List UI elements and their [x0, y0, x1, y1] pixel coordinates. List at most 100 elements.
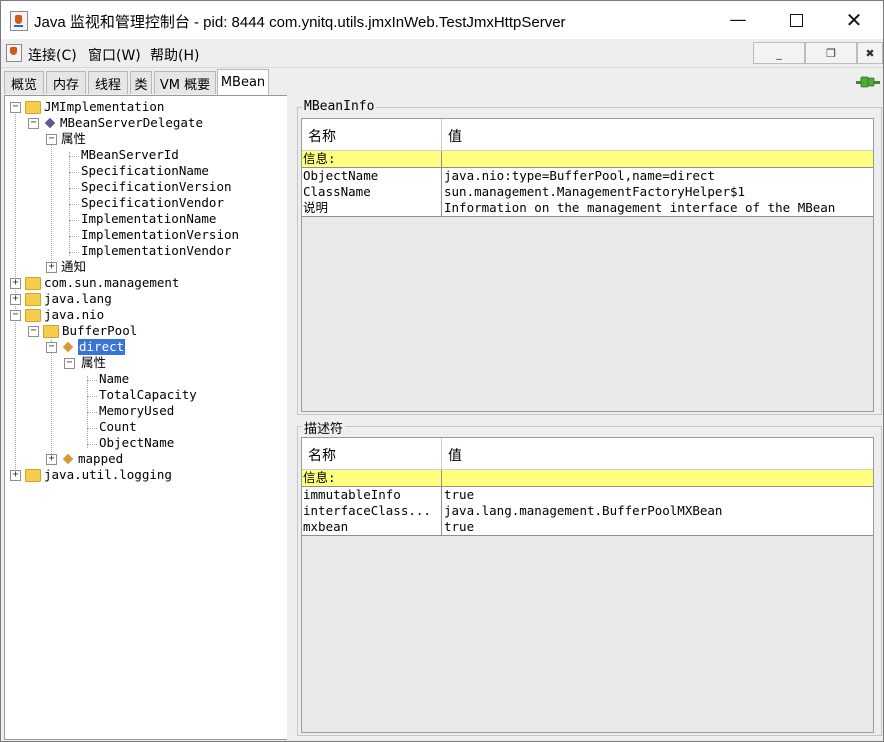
- column-divider: [441, 438, 442, 469]
- column-header-value[interactable]: 值: [448, 445, 462, 465]
- restore-icon: ❐: [826, 46, 836, 60]
- descriptor-table[interactable]: 名称 值 信息: immutableInfo true interfaceClas…: [301, 437, 874, 733]
- split-pane-divider[interactable]: [287, 95, 293, 741]
- inner-close-button[interactable]: ✖: [857, 42, 883, 64]
- tree-leaf-memoryused[interactable]: MemoryUsed: [99, 403, 174, 419]
- maximize-button[interactable]: [767, 1, 825, 39]
- expand-icon[interactable]: +: [10, 278, 21, 289]
- table-row[interactable]: 信息:: [302, 151, 873, 168]
- tree-node-com-sun-management[interactable]: com.sun.management: [25, 275, 179, 291]
- tab-overview[interactable]: 概览: [4, 71, 44, 94]
- tree-node-java-nio[interactable]: java.nio: [25, 307, 104, 323]
- tree-line: [87, 444, 97, 445]
- tree-node-mapped[interactable]: mapped: [61, 451, 123, 467]
- tree-leaf-name[interactable]: Name: [99, 371, 129, 387]
- window-title: Java 监视和管理控制台 - pid: 8444 com.ynitq.util…: [34, 14, 566, 31]
- tree-node-java-lang[interactable]: java.lang: [25, 291, 112, 307]
- tree-line: [51, 340, 52, 460]
- descriptor-title: 描述符: [302, 418, 346, 437]
- minimize-icon: _: [776, 46, 782, 60]
- descriptor-panel: 描述符 名称 值 信息: immutableInfo true interface…: [297, 418, 882, 736]
- table-row[interactable]: mxbean true: [302, 519, 873, 536]
- table-row[interactable]: interfaceClass... java.lang.management.Bu…: [302, 503, 873, 520]
- tree-node-bufferpool[interactable]: BufferPool: [43, 323, 137, 339]
- collapse-icon[interactable]: −: [28, 326, 39, 337]
- collapse-icon[interactable]: −: [10, 310, 21, 321]
- app-window: Java 监视和管理控制台 - pid: 8444 com.ynitq.util…: [0, 0, 884, 742]
- folder-icon: [43, 324, 59, 338]
- mbean-icon: [43, 117, 57, 130]
- menu-connection[interactable]: 连接(C): [28, 45, 77, 65]
- folder-icon: [25, 308, 41, 322]
- tree-line: [69, 220, 79, 221]
- column-divider: [441, 119, 442, 150]
- title-bar: Java 监视和管理控制台 - pid: 8444 com.ynitq.util…: [1, 1, 883, 39]
- tree-leaf-totalcapacity[interactable]: TotalCapacity: [99, 387, 197, 403]
- tree-line: [69, 204, 79, 205]
- mbean-tree[interactable]: − − − + + + − − − − + + JMImplementation…: [4, 95, 289, 740]
- table-row[interactable]: 说明 Information on the management interfac…: [302, 200, 873, 217]
- tab-vm-summary[interactable]: VM 概要: [154, 71, 216, 94]
- close-window-button[interactable]: ✕: [825, 1, 883, 39]
- menu-window[interactable]: 窗口(W): [88, 45, 141, 65]
- collapse-icon[interactable]: −: [46, 342, 57, 353]
- mbean-icon: [61, 341, 75, 354]
- tree-node-attributes[interactable]: 属性: [81, 355, 106, 371]
- collapse-icon[interactable]: −: [28, 118, 39, 129]
- tree-node-direct[interactable]: direct: [61, 339, 126, 355]
- column-header-value[interactable]: 值: [448, 126, 462, 146]
- tree-line: [51, 136, 52, 272]
- close-icon: ✕: [845, 8, 863, 32]
- tree-line: [69, 252, 79, 253]
- inner-restore-button[interactable]: ❐: [805, 42, 857, 64]
- tab-mbean[interactable]: MBean: [217, 69, 269, 95]
- tree-node-java-util-logging[interactable]: java.util.logging: [25, 467, 172, 483]
- java-menu-icon[interactable]: [6, 44, 22, 62]
- tree-node-notifications[interactable]: 通知: [61, 259, 86, 275]
- collapse-icon[interactable]: −: [64, 358, 75, 369]
- column-header-name[interactable]: 名称: [308, 126, 336, 146]
- expand-icon[interactable]: +: [10, 294, 21, 305]
- connection-status-icon: [856, 76, 880, 88]
- tree-leaf-implementationname[interactable]: ImplementationName: [81, 211, 216, 227]
- tab-classes[interactable]: 类: [130, 71, 152, 94]
- maximize-icon: [789, 13, 803, 27]
- collapse-icon[interactable]: −: [46, 134, 57, 145]
- tree-node-mbeanserverdelegate[interactable]: MBeanServerDelegate: [43, 115, 203, 131]
- tree-line: [69, 156, 79, 157]
- tree-node-jmimplementation[interactable]: JMImplementation: [25, 99, 164, 115]
- tree-leaf-mbeanserverid[interactable]: MBeanServerId: [81, 147, 179, 163]
- collapse-icon[interactable]: −: [10, 102, 21, 113]
- expand-icon[interactable]: +: [46, 454, 57, 465]
- column-header-name[interactable]: 名称: [308, 445, 336, 465]
- expand-icon[interactable]: +: [46, 262, 57, 273]
- expand-icon[interactable]: +: [10, 470, 21, 481]
- tab-threads[interactable]: 线程: [88, 71, 128, 94]
- table-row[interactable]: immutableInfo true: [302, 487, 873, 504]
- table-row[interactable]: ClassName sun.management.ManagementFactor…: [302, 184, 873, 201]
- tree-line: [69, 188, 79, 189]
- tree-line: [87, 428, 97, 429]
- minimize-button[interactable]: —: [709, 1, 767, 39]
- mbeaninfo-panel: MBeanInfo 名称 值 信息: ObjectName java.nio:ty…: [297, 99, 882, 415]
- java-app-icon: [10, 11, 28, 31]
- tree-node-attributes[interactable]: 属性: [61, 131, 86, 147]
- table-row[interactable]: ObjectName java.nio:type=BufferPool,name=…: [302, 168, 873, 185]
- folder-icon: [25, 100, 41, 114]
- tree-leaf-count[interactable]: Count: [99, 419, 137, 435]
- tree-line: [69, 236, 79, 237]
- mbeaninfo-table[interactable]: 名称 值 信息: ObjectName java.nio:type=BufferP…: [301, 118, 874, 412]
- tree-leaf-objectname[interactable]: ObjectName: [99, 435, 174, 451]
- menu-help[interactable]: 帮助(H): [150, 45, 199, 65]
- folder-icon: [25, 292, 41, 306]
- inner-minimize-button[interactable]: _: [753, 42, 805, 64]
- tree-line: [87, 396, 97, 397]
- tab-memory[interactable]: 内存: [46, 71, 86, 94]
- table-row[interactable]: 信息:: [302, 470, 873, 487]
- tree-leaf-specificationversion[interactable]: SpecificationVersion: [81, 179, 232, 195]
- tree-leaf-specificationvendor[interactable]: SpecificationVendor: [81, 195, 224, 211]
- tree-leaf-implementationvendor[interactable]: ImplementationVendor: [81, 243, 232, 259]
- tree-leaf-implementationversion[interactable]: ImplementationVersion: [81, 227, 239, 243]
- tree-leaf-specificationname[interactable]: SpecificationName: [81, 163, 209, 179]
- minimize-icon: —: [729, 10, 747, 30]
